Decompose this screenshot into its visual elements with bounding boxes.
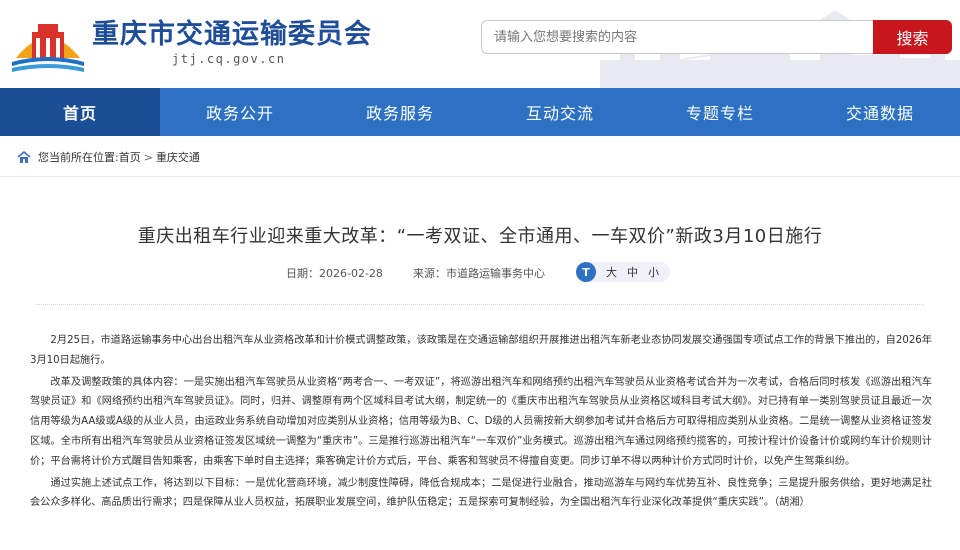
search-button[interactable]: 搜索 [873,20,952,54]
main-nav: 首页 政务公开 政务服务 互动交流 专题专栏 交通数据 [0,88,960,136]
meta-divider [36,304,924,305]
font-size-medium[interactable]: 中 [627,264,638,280]
font-size-small[interactable]: 小 [648,264,659,280]
search-box [481,20,873,54]
city-emblem-logo [12,24,84,72]
nav-item-home[interactable]: 首页 [0,88,160,136]
font-size-icon: T [576,262,596,282]
breadcrumb: 您当前所在位置: 首页 > 重庆交通 [16,148,200,166]
date-label: 日期： [286,267,319,280]
location-home-icon [17,150,31,163]
source-value: 市道路运输事务中心 [446,267,545,280]
article-body: 2月25日，市道路运输事务中心出台出租汽车从业资格改革和计价模式调整政策，该政策… [30,331,932,515]
breadcrumb-home-link[interactable]: 首页 [119,149,141,165]
font-size-control: T 大 中 小 [576,262,670,282]
nav-item-government-services[interactable]: 政务服务 [320,88,480,136]
source-label: 来源： [413,267,446,280]
breadcrumb-separator: > [143,150,153,164]
breadcrumb-current-link[interactable]: 重庆交通 [156,149,200,165]
site-domain: jtj.cq.gov.cn [172,52,286,66]
date-value: 2026-02-28 [319,267,383,280]
site-name: 重庆市交通运输委员会 [92,19,372,50]
article-paragraph: 通过实施上述试点工作，将达到以下目标：一是优化营商环境，减少制度性障碍，降低合规… [30,477,932,509]
breadcrumb-prefix: 您当前所在位置: [38,151,119,164]
article-title: 重庆出租车行业迎来重大改革：“一考双证、全市通用、一车双价”新政3月10日施行 [137,226,823,247]
nav-item-traffic-data[interactable]: 交通数据 [800,88,960,136]
article-meta: 日期：2026-02-28 来源：市道路运输事务中心 T 大 中 小 [0,262,960,282]
article-paragraph: 2月25日，市道路运输事务中心出台出租汽车从业资格改革和计价模式调整政策，该政策… [30,335,932,366]
nav-item-government-affairs[interactable]: 政务公开 [160,88,320,136]
breadcrumb-divider [0,176,960,177]
nav-item-special-topics[interactable]: 专题专栏 [640,88,800,136]
search-input[interactable] [482,21,873,53]
site-header: 重庆市交通运输委员会 jtj.cq.gov.cn 搜索 [0,0,960,88]
font-size-large[interactable]: 大 [606,264,617,280]
nav-item-interaction[interactable]: 互动交流 [480,88,640,136]
article-source: 来源：市道路运输事务中心 [413,265,545,281]
article-date: 日期：2026-02-28 [286,265,383,281]
article-paragraph: 改革及调整政策的具体内容：一是实施出租汽车驾驶员从业资格“两考合一、一考双证”，… [30,376,932,467]
